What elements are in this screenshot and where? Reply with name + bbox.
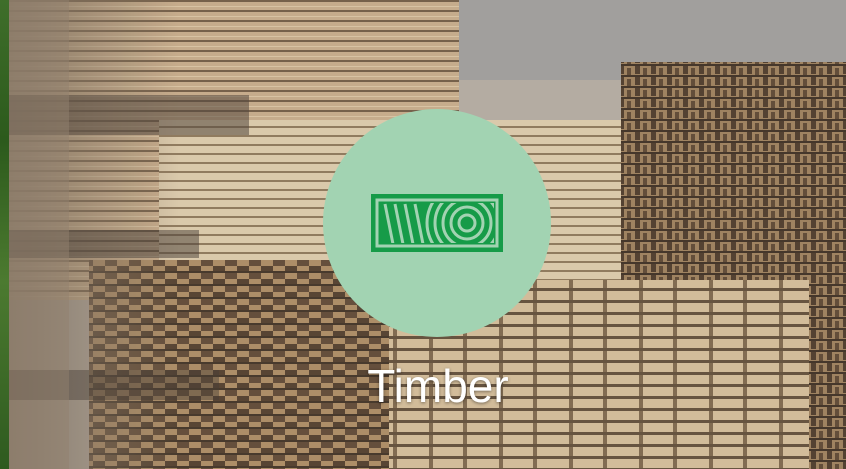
timber-tile[interactable]: Timber (0, 0, 846, 469)
tile-title: Timber (367, 360, 509, 412)
foliage-edge (0, 0, 9, 469)
timber-badge (323, 109, 551, 337)
timber-wood-grain-icon (371, 194, 503, 252)
